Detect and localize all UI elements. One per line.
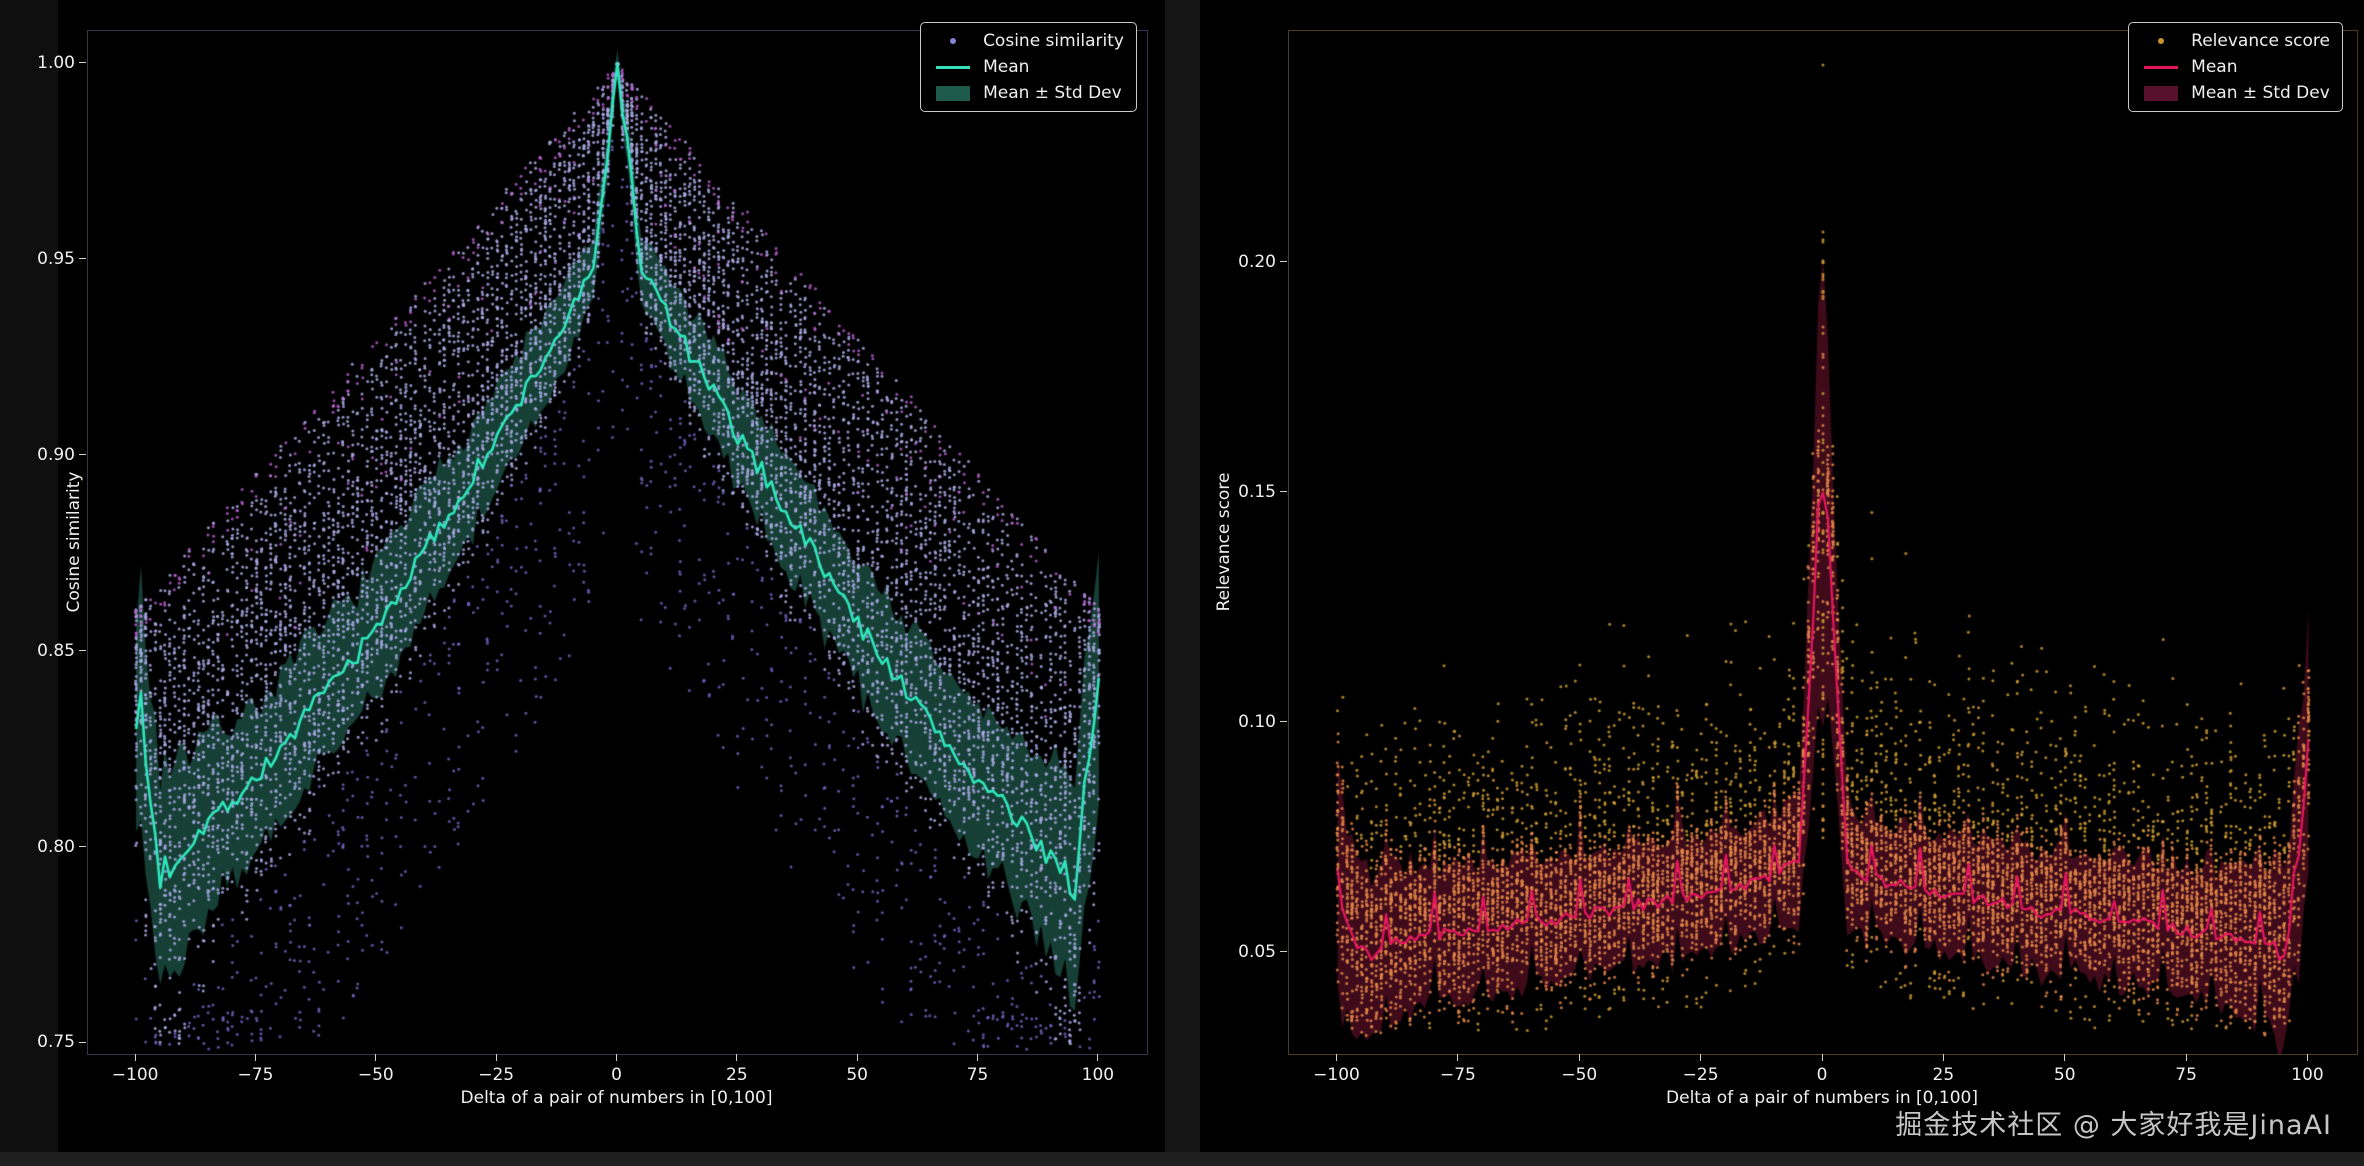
plot-area-cosine [87,30,1148,1055]
x-tick-label: 25 [1932,1065,1955,1085]
x-tick-mark [616,1054,617,1061]
y-tick-label: 0.90 [37,444,75,465]
figure-relevance-score: −100 −75 −50 −25 0 25 50 75 100 0.05 0.10 0.15 0.20 … [1200,0,2364,1152]
x-tick-label: 50 [2053,1065,2076,1085]
legend-entry: Relevance score [2139,30,2330,52]
x-tick-mark [1336,1054,1338,1061]
x-tick-label: 0 [1816,1065,1828,1085]
x-tick-mark [2185,1054,2187,1061]
bottom-edge-strip [0,1152,2364,1166]
y-tick-mark [1280,491,1287,493]
y-axis-label: Relevance score [1214,472,1234,611]
y-tick-mark [79,62,86,64]
x-tick-mark [856,1054,858,1061]
x-tick-mark [134,1054,136,1061]
y-tick-label: 0.75 [37,1032,75,1053]
scatter-canvas-cosine [88,31,1147,1054]
legend-dot-icon [931,38,975,44]
y-tick-mark [79,846,86,848]
y-tick-mark [79,1041,86,1043]
legend-dot-icon [2139,38,2183,44]
y-tick-mark [79,454,86,456]
y-tick-mark [79,258,86,260]
x-tick-mark [1942,1054,1944,1061]
x-tick-mark [495,1054,497,1061]
legend-entry: Mean ± Std Dev [2139,82,2330,104]
y-tick-mark [1280,951,1287,953]
legend-label: Mean [983,57,1030,77]
x-tick-label: 100 [2291,1065,2324,1085]
x-tick-mark [1578,1054,1580,1061]
legend-entry: Cosine similarity [931,30,1124,52]
y-tick-label: 0.05 [1238,941,1276,962]
x-tick-mark [2064,1054,2066,1061]
x-axis-label: Delta of a pair of numbers in [0,100] [460,1088,773,1108]
legend-cosine: Cosine similarity Mean Mean ± Std Dev [920,22,1137,112]
scatter-canvas-relevance [1289,31,2357,1054]
y-tick-mark [1280,721,1287,723]
y-axis-label: Cosine similarity [64,471,84,612]
x-tick-label: −100 [111,1065,159,1085]
x-tick-label: −75 [237,1065,274,1085]
legend-relevance: Relevance score Mean Mean ± Std Dev [2128,22,2343,112]
legend-entry: Mean [2139,56,2330,78]
x-tick-label: −50 [357,1065,394,1085]
x-tick-mark [1457,1054,1459,1061]
legend-entry: Mean ± Std Dev [931,82,1124,104]
legend-patch-icon [931,85,975,101]
y-tick-mark [79,650,86,652]
x-tick-label: −25 [478,1065,515,1085]
x-tick-label: −25 [1682,1065,1719,1085]
figure-cosine-similarity: −100 −75 −50 −25 0 25 50 75 100 0.75 0.80 0.85 0.90 0… [37,0,1165,1152]
plot-area-relevance [1288,30,2358,1055]
page: { "page": { "watermark": { "text": "掘金技术… [0,0,2364,1166]
x-tick-mark [1700,1054,1702,1061]
legend-entry: Mean [931,56,1124,78]
x-tick-mark [736,1054,738,1061]
legend-label: Relevance score [2191,31,2330,51]
x-tick-mark [254,1054,256,1061]
legend-label: Cosine similarity [983,31,1124,51]
legend-patch-icon [2139,85,2183,101]
x-tick-mark [1821,1054,1823,1061]
x-tick-label: 100 [1081,1065,1115,1085]
y-tick-label: 0.20 [1238,251,1276,272]
x-tick-label: 75 [2175,1065,2197,1085]
x-tick-mark [977,1054,979,1061]
legend-line-icon [2139,65,2183,69]
x-tick-mark [375,1054,377,1061]
x-tick-mark [2306,1054,2308,1061]
y-tick-label: 0.85 [37,640,75,661]
y-tick-label: 1.00 [37,52,75,73]
legend-line-icon [931,65,975,69]
x-tick-label: −50 [1561,1065,1598,1085]
x-tick-label: −75 [1439,1065,1476,1085]
legend-label: Mean ± Std Dev [2191,83,2330,103]
y-tick-mark [1280,261,1287,263]
x-tick-label: 75 [966,1065,989,1085]
y-tick-label: 0.10 [1238,711,1276,732]
y-tick-label: 0.95 [37,248,75,269]
x-tick-label: 50 [846,1065,868,1085]
left-edge-strip [0,0,58,1152]
watermark-text: 掘金技术社区 @ 大家好我是JinaAI [1895,1110,2332,1141]
x-tick-label: 0 [611,1065,622,1085]
x-tick-mark [1097,1054,1099,1061]
y-tick-label: 0.15 [1238,481,1276,502]
x-tick-label: 25 [726,1065,748,1085]
x-tick-label: −100 [1313,1065,1360,1085]
y-tick-label: 0.80 [37,836,75,857]
legend-label: Mean [2191,57,2238,77]
legend-label: Mean ± Std Dev [983,83,1122,103]
